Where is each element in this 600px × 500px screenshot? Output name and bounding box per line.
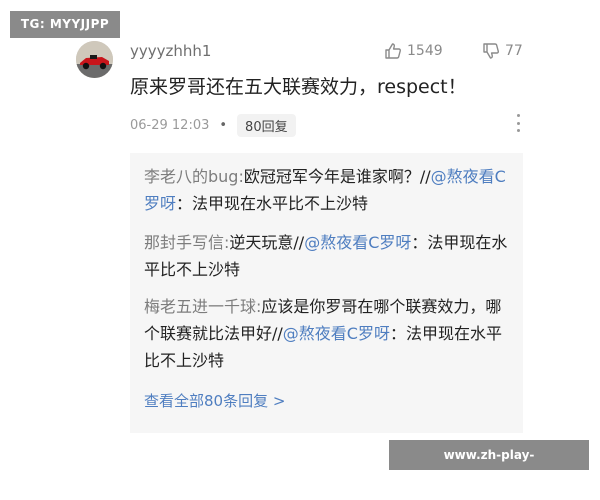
replies-button[interactable]: 80回复 bbox=[237, 113, 296, 137]
more-options-icon[interactable] bbox=[514, 114, 522, 132]
like-count: 1549 bbox=[407, 43, 443, 59]
thumbs-up-icon bbox=[385, 43, 401, 59]
view-all-replies-link[interactable]: 查看全部80条回复 > bbox=[144, 390, 285, 411]
separator-dot: • bbox=[219, 117, 228, 133]
site-watermark: www.zh-play-milansports.com bbox=[389, 440, 589, 492]
dislike-count: 77 bbox=[505, 43, 523, 59]
reply-text: 欧冠冠军今年是谁家啊？// bbox=[243, 167, 431, 186]
replies-panel: 李老八的bug:欧冠冠军今年是谁家啊？//@熬夜看C罗呀：法甲现在水平比不上沙特… bbox=[130, 153, 523, 433]
comment-meta: 06-29 12:03 • 80回复 bbox=[130, 113, 296, 137]
reply-mention[interactable]: @熬夜看C罗呀 bbox=[283, 324, 390, 343]
comment-text: 原来罗哥还在五大联赛效力，respect！ bbox=[130, 76, 467, 98]
reply-text: 逆天玩意// bbox=[229, 233, 305, 252]
thumbs-down-icon bbox=[483, 43, 499, 59]
dislike-button[interactable]: 77 bbox=[482, 40, 523, 62]
reply-mention[interactable]: @熬夜看C罗呀 bbox=[304, 233, 411, 252]
reply-author[interactable]: 那封手写信: bbox=[144, 233, 229, 252]
comment-date: 06-29 12:03 bbox=[130, 117, 210, 133]
watermark-badge: TG: MYYJJPP bbox=[10, 11, 120, 38]
reply-author[interactable]: 梅老五进一千球: bbox=[144, 297, 261, 316]
reply-item[interactable]: 梅老五进一千球:应该是你罗哥在哪个联赛效力，哪个联赛就比法甲好//@熬夜看C罗呀… bbox=[144, 293, 512, 374]
avatar[interactable] bbox=[76, 41, 113, 78]
like-button[interactable]: 1549 bbox=[384, 40, 443, 62]
reply-text-quoted: ：法甲现在水平比不上沙特 bbox=[176, 194, 369, 213]
reply-item[interactable]: 李老八的bug:欧冠冠军今年是谁家啊？//@熬夜看C罗呀：法甲现在水平比不上沙特 bbox=[144, 163, 512, 217]
reply-author[interactable]: 李老八的bug: bbox=[144, 167, 244, 186]
comment-username[interactable]: yyyyzhhh1 bbox=[130, 42, 211, 60]
race-car-avatar-icon bbox=[76, 41, 113, 78]
reply-item[interactable]: 那封手写信:逆天玩意//@熬夜看C罗呀：法甲现在水平比不上沙特 bbox=[144, 229, 512, 283]
